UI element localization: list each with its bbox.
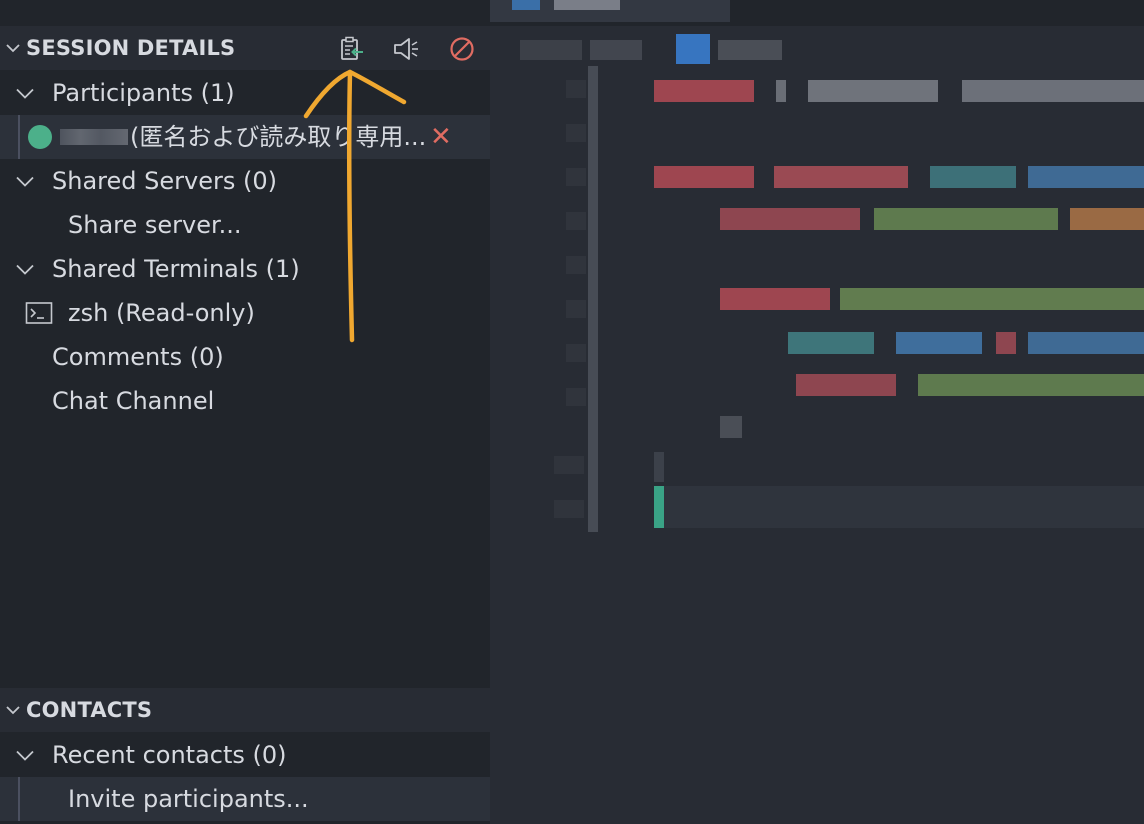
participant-name-redacted [60, 129, 128, 145]
chevron-down-icon[interactable] [12, 159, 38, 203]
terminal-label: zsh (Read-only) [68, 299, 255, 327]
copy-link-button[interactable] [336, 34, 366, 64]
shared-servers-group[interactable]: Shared Servers (0) [0, 159, 490, 203]
participant-item[interactable]: (匿名および読み取り専用... ✕ [0, 115, 490, 159]
comments-label: Comments (0) [52, 343, 224, 371]
contacts-header[interactable]: CONTACTS [0, 688, 490, 732]
app-window: SESSION DETAILS Participants (1) (匿名および読… [0, 0, 1144, 824]
share-server-label: Share server... [68, 211, 242, 239]
stop-circle-icon [450, 37, 474, 61]
indent-guide [588, 66, 598, 532]
megaphone-icon [394, 38, 418, 60]
chevron-down-icon[interactable] [12, 247, 38, 291]
shared-servers-label: Shared Servers (0) [52, 167, 277, 195]
comments-item[interactable]: Comments (0) [0, 335, 490, 379]
participants-group[interactable]: Participants (1) [0, 71, 490, 115]
code-editor[interactable] [490, 0, 1144, 824]
online-status-icon [28, 125, 52, 149]
terminal-icon [24, 291, 54, 335]
share-server-item[interactable]: Share server... [0, 203, 490, 247]
session-details-title: SESSION DETAILS [26, 36, 236, 60]
chevron-down-icon[interactable] [12, 733, 38, 777]
remove-participant-icon[interactable]: ✕ [430, 115, 452, 159]
chevron-down-icon[interactable] [0, 26, 26, 70]
shared-terminals-group[interactable]: Shared Terminals (1) [0, 247, 490, 291]
terminal-item[interactable]: zsh (Read-only) [0, 291, 490, 335]
chat-channel-label: Chat Channel [52, 387, 215, 415]
current-line-highlight [662, 486, 1144, 528]
session-details-header[interactable]: SESSION DETAILS [0, 26, 490, 70]
participants-label: Participants (1) [52, 79, 235, 107]
participant-name-suffix: (匿名および読み取り専用... [130, 123, 427, 151]
sidebar-top-strip [0, 0, 490, 26]
chevron-down-icon[interactable] [0, 688, 26, 732]
shared-terminals-label: Shared Terminals (1) [52, 255, 300, 283]
editor-tab[interactable] [490, 0, 730, 22]
tree-guide [18, 777, 20, 821]
text-cursor [654, 486, 664, 528]
invite-participants-item[interactable]: Invite participants... [0, 777, 490, 821]
contacts-title: CONTACTS [26, 698, 153, 722]
end-session-button[interactable] [447, 34, 477, 64]
focus-participants-button[interactable] [391, 34, 421, 64]
chat-channel-item[interactable]: Chat Channel [0, 379, 490, 423]
recent-contacts-label: Recent contacts (0) [52, 741, 287, 769]
chevron-down-icon[interactable] [12, 71, 38, 115]
clipboard-arrow-icon [341, 36, 363, 60]
invite-participants-label: Invite participants... [68, 785, 309, 813]
recent-contacts-group[interactable]: Recent contacts (0) [0, 733, 490, 777]
live-share-sidebar: SESSION DETAILS Participants (1) (匿名および読… [0, 0, 490, 824]
tree-guide [18, 115, 20, 159]
editor-tab-bar [490, 0, 1144, 26]
